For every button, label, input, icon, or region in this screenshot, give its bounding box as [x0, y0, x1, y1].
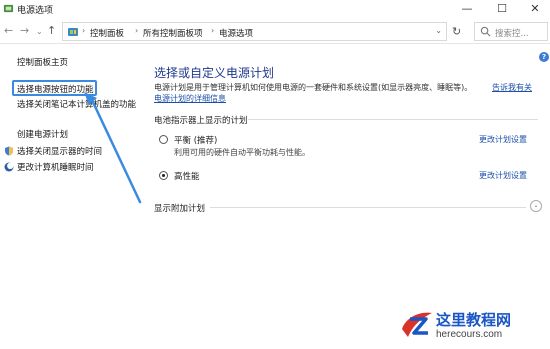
section-divider — [248, 119, 538, 120]
section-label: 电池指示器上显示的计划 — [154, 116, 248, 126]
minimize-button[interactable]: — — [452, 0, 482, 18]
section-divider — [210, 207, 526, 208]
site-logo-icon — [402, 312, 432, 337]
show-additional-plans-label[interactable]: 显示附加计划 — [154, 202, 205, 214]
breadcrumb-all-items[interactable]: 所有控制面板项 — [143, 27, 203, 39]
chevron-down-icon[interactable]: ⌄ — [435, 26, 442, 35]
radio-balanced[interactable] — [159, 135, 168, 144]
radio-high-performance[interactable] — [159, 171, 168, 180]
close-button[interactable]: ✕ — [520, 0, 550, 18]
shield-icon — [5, 146, 13, 156]
sidebar-item-create-plan[interactable]: 创建电源计划 — [17, 128, 68, 140]
maximize-icon: ☐ — [497, 2, 507, 15]
watermark: 这里教程网 herecours.com — [400, 307, 548, 347]
watermark-url: herecours.com — [436, 329, 503, 340]
change-plan-settings-link[interactable]: 更改计划设置 — [479, 170, 527, 181]
search-placeholder: 搜索控... — [495, 29, 529, 39]
close-icon: ✕ — [530, 2, 540, 15]
moon-icon — [4, 162, 14, 172]
page-title: 选择或自定义电源计划 — [154, 66, 275, 80]
sidebar-item-lid-close[interactable]: 选择关闭笔记本计算机盖的功能 — [17, 100, 137, 111]
forward-button[interactable]: → — [20, 24, 29, 37]
breadcrumb-separator: › — [135, 26, 139, 35]
refresh-button[interactable]: ↻ — [452, 25, 461, 38]
description-text: 电源计划是用于管理计算机如何使用电源的一套硬件和系统设置(如显示器亮度、睡眠等)… — [154, 83, 473, 92]
plan-name-balanced: 平衡 (推荐) — [174, 136, 218, 146]
window-title: 电源选项 — [17, 6, 54, 16]
search-icon — [480, 26, 491, 37]
navigation-bar: ← → ⌄ ↑ › 控制面板 › 所有控制面板项 › 电源选项 ⌄ ↻ 搜索控.… — [0, 20, 550, 44]
sidebar-item-power-button[interactable]: 选择电源按钮的功能 — [17, 83, 94, 95]
breadcrumb-control-panel[interactable]: 控制面板 — [90, 27, 124, 39]
back-button[interactable]: ← — [4, 24, 13, 37]
search-input[interactable]: 搜索控... — [474, 22, 548, 41]
help-icon[interactable]: ? — [539, 52, 549, 62]
address-bar[interactable]: › 控制面板 › 所有控制面板项 › 电源选项 ⌄ — [62, 22, 447, 41]
minimize-icon: — — [461, 2, 473, 15]
breadcrumb-power-options[interactable]: 电源选项 — [219, 27, 253, 39]
sidebar-item-display-off[interactable]: 选择关闭显示器的时间 — [17, 145, 102, 157]
sidebar: 控制面板主页 选择电源按钮的功能 选择关闭笔记本计算机盖的功能 创建电源计划 选… — [0, 45, 146, 349]
watermark-title: 这里教程网 — [436, 311, 512, 329]
maximize-button[interactable]: ☐ — [487, 0, 517, 18]
recent-locations-button[interactable]: ⌄ — [36, 27, 43, 36]
change-plan-settings-link[interactable]: 更改计划设置 — [479, 134, 527, 145]
breadcrumb-separator: › — [82, 26, 86, 35]
power-options-icon — [3, 4, 14, 13]
sidebar-item-home[interactable]: 控制面板主页 — [17, 56, 68, 68]
breadcrumb-separator: › — [211, 26, 215, 35]
title-bar: 电源选项 — ☐ ✕ — [0, 0, 550, 18]
plan-name-high-performance: 高性能 — [174, 172, 200, 182]
control-panel-icon — [68, 28, 78, 36]
plans-info-link-continued[interactable]: 电源计划的详细信息 — [154, 93, 226, 104]
sidebar-item-sleep-time[interactable]: 更改计算机睡眠时间 — [17, 161, 94, 173]
chevron-down-icon[interactable]: ⌄ — [530, 200, 542, 212]
plans-info-link[interactable]: 告诉我有关 — [492, 82, 532, 93]
up-button[interactable]: ↑ — [47, 24, 56, 37]
plan-description-balanced: 利用可用的硬件自动平衡功耗与性能。 — [174, 148, 310, 157]
